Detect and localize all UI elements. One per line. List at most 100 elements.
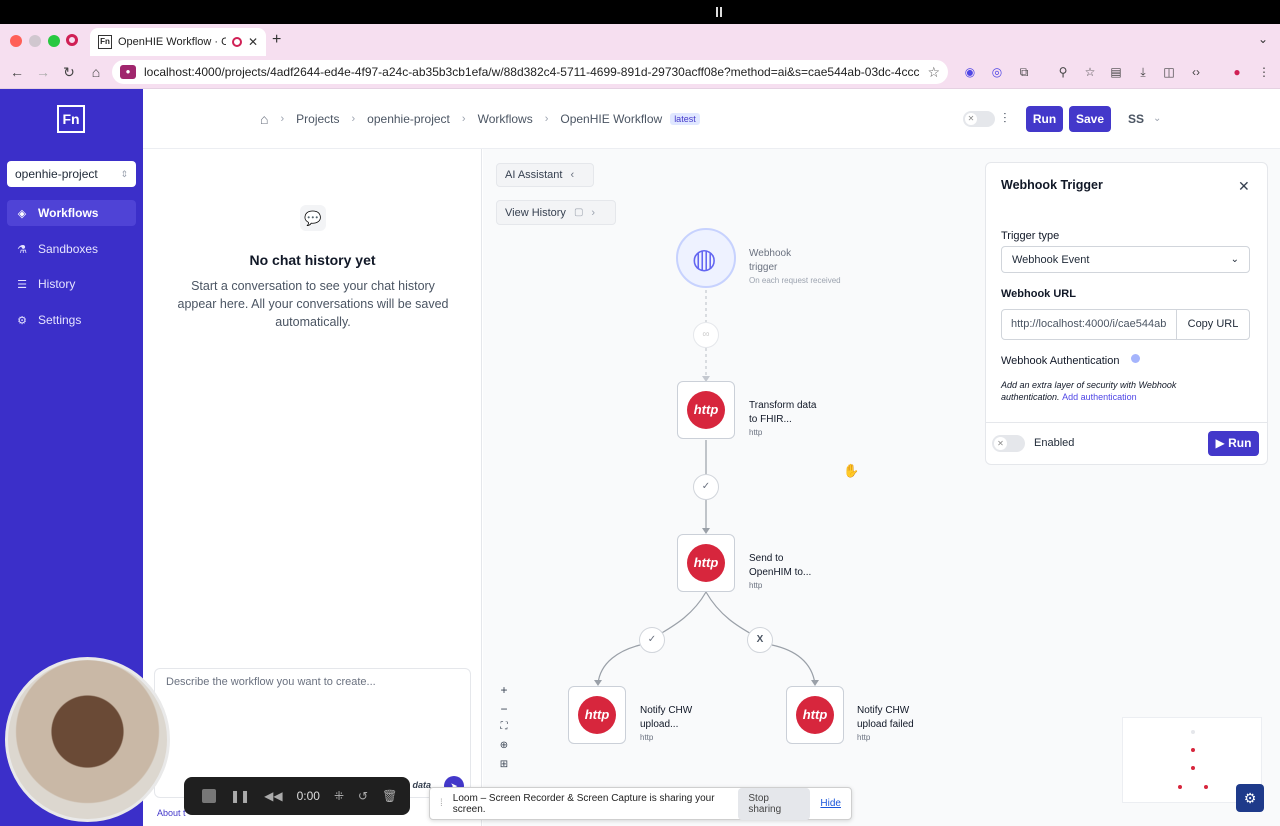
ai-assistant-label: AI Assistant [505,169,563,181]
tab-close-icon[interactable]: ✕ [248,35,258,49]
transform-node[interactable]: http [677,381,735,439]
extension-1-icon[interactable]: ◉ [962,64,978,80]
forward-icon[interactable]: → [34,64,52,80]
info-icon[interactable] [1131,354,1140,363]
pause-icon[interactable]: ❚❚ [230,789,250,803]
fail-edge-icon[interactable]: X [747,627,773,653]
canvas-settings-icon[interactable]: ⚙ [1236,784,1264,812]
about-link[interactable]: About t [157,808,186,818]
trigger-type-select[interactable]: Webhook Event ⌄ [1001,246,1250,273]
sidebar-item-settings[interactable]: ⚙ Settings [7,307,136,333]
extension-2-icon[interactable]: ◎ [989,64,1005,80]
http-adaptor-icon: http [796,696,834,734]
reload-icon[interactable]: ↻ [60,64,78,81]
bookmark-star-icon[interactable]: ☆ [927,64,940,81]
chevron-down-icon[interactable]: ⌄ [1153,113,1161,124]
stop-sharing-button[interactable]: Stop sharing [738,787,811,820]
stop-recording-icon[interactable] [202,789,216,803]
webcam-bubble[interactable] [5,657,170,822]
check-icon[interactable]: ✓ [693,474,719,500]
browser-tab[interactable]: Fn OpenHIE Workflow · Open ✕ [90,28,266,56]
toggle-x-icon: ✕ [994,437,1007,450]
back-icon[interactable]: ← [8,64,26,80]
home-icon[interactable]: ⌂ [87,64,105,80]
notify-success-title: Notify CHW upload... [640,704,692,732]
minimap-node [1190,729,1196,735]
zoom-out-icon[interactable]: − [496,702,512,718]
close-icon[interactable]: ✕ [1238,178,1250,195]
user-avatar[interactable]: SS [1128,112,1144,126]
split-view-icon[interactable]: ◫ [1161,64,1177,80]
minimize-window-button[interactable] [29,35,41,47]
send-node-adaptor: http [749,581,763,590]
breadcrumb-workflows[interactable]: Workflows [478,112,533,126]
hide-sharing-bar-link[interactable]: Hide [820,798,841,809]
address-bar[interactable]: ● localhost:4000/projects/4adf2644-ed4e-… [112,60,948,84]
chat-empty-title: No chat history yet [249,252,376,268]
run-trigger-label: Run [1228,436,1252,450]
trigger-node-subtitle: On each request received [749,276,841,285]
divider [985,422,1268,423]
send-node[interactable]: http [677,534,735,592]
close-window-button[interactable] [10,35,22,47]
browser-menu-icon[interactable]: ⋮ [1256,64,1272,80]
home-icon[interactable]: ⌂ [260,111,268,127]
chat-empty-description: Start a conversation to see your chat hi… [177,279,449,329]
trigger-enabled-toggle[interactable]: ✕ [992,435,1025,452]
breadcrumb-project[interactable]: openhie-project [367,112,450,126]
layout-icon[interactable]: ⊞ [496,759,512,775]
copy-url-button[interactable]: Copy URL [1176,309,1250,340]
camera-icon: ● [120,65,136,79]
profile-icon[interactable]: ● [1229,64,1245,80]
notify-failed-node[interactable]: http [786,686,844,744]
trash-icon[interactable]: 🗑 [382,789,397,803]
ai-assistant-button[interactable]: AI Assistant ‹ [496,163,594,187]
settings-sliders-icon[interactable]: ⫶ [1003,110,1007,127]
fit-view-icon[interactable]: ⛶ [496,721,512,737]
run-button[interactable]: Run [1026,106,1063,132]
openfn-logo[interactable]: Fn [57,105,85,133]
check-icon[interactable]: ✓ [639,627,665,653]
add-authentication-link[interactable]: Add authentication [1062,392,1137,402]
pin-icon[interactable]: ⚲ [1055,64,1071,80]
breadcrumb: ⌂ › Projects › openhie-project › Workflo… [260,111,700,127]
sidebar-item-label: Sandboxes [38,242,99,256]
recording-indicator-icon [66,34,78,46]
minimap-node [1177,784,1183,790]
maximize-window-button[interactable] [48,35,60,47]
edge-link-icon[interactable]: ∞ [693,322,719,348]
send-title-line2: OpenHIM to... [749,567,812,578]
download-icon[interactable]: ⤓ [1135,64,1151,80]
devtools-icon[interactable]: ‹› [1188,64,1204,80]
grid-icon[interactable]: ⁜ [334,789,344,803]
project-selector[interactable]: openhie-project ⇕ [7,161,136,187]
project-selector-value: openhie-project [15,167,98,181]
sidebar-item-sandboxes[interactable]: ⚗ Sandboxes [7,236,136,262]
bookmarks-icon[interactable]: ☆ [1082,64,1098,80]
sidebar-item-history[interactable]: ☰ History [7,271,136,297]
view-history-button[interactable]: View History ▢ › [496,200,616,225]
rewind-icon[interactable]: ◀◀ [264,789,282,803]
run-trigger-button[interactable]: ▶ Run [1208,431,1259,456]
tab-search-chevron-icon[interactable]: ⌄ [1258,32,1268,46]
reading-list-icon[interactable]: ▤ [1108,64,1124,80]
lock-canvas-icon[interactable]: ⊕ [496,740,512,756]
sidebar-item-workflows[interactable]: ◈ Workflows [7,200,136,226]
breadcrumb-workflow[interactable]: OpenHIE Workflow [560,112,662,126]
extensions-puzzle-icon[interactable]: ⧉ [1016,64,1032,80]
notify-success-node[interactable]: http [568,686,626,744]
breadcrumb-projects[interactable]: Projects [296,112,339,126]
zoom-in-icon[interactable]: + [496,683,512,699]
webhook-trigger-node[interactable]: ◍ [676,228,736,288]
minimap-node [1190,765,1196,771]
minimap-node [1190,747,1196,753]
drag-handle-icon[interactable]: ⁞ [440,798,443,809]
trigger-type-label: Trigger type [1001,230,1060,242]
workflow-enabled-toggle[interactable]: ✕ [963,111,995,127]
new-tab-icon[interactable]: + [272,31,281,49]
webhook-url-field[interactable]: http://localhost:4000/i/cae544ab [1001,309,1177,340]
restart-icon[interactable]: ↺ [358,789,368,803]
send-node-title: Send to OpenHIM to... [749,552,811,580]
save-button[interactable]: Save [1069,106,1111,132]
trigger-node-title: Webhook trigger [749,247,791,275]
